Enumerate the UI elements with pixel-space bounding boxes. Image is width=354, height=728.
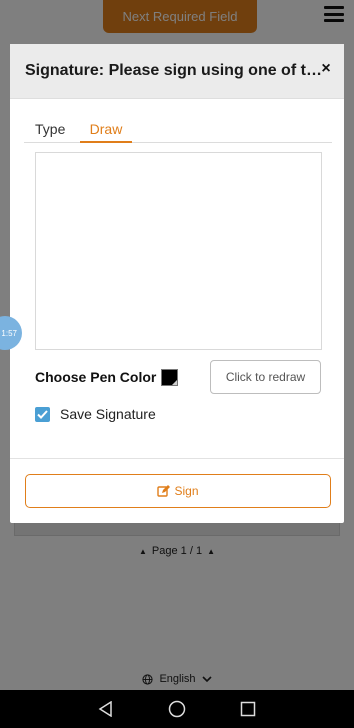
footer-divider [10,458,344,459]
pen-color-row: Choose Pen Color [35,368,179,386]
close-icon[interactable]: × [318,59,334,79]
recents-icon[interactable] [236,697,260,721]
signature-draw-pad[interactable] [35,152,322,350]
sign-button-label: Sign [174,484,199,498]
checkmark-icon [37,409,48,419]
save-signature-label: Save Signature [60,406,156,422]
timer-text: 1:57 [1,328,17,338]
back-icon[interactable] [94,697,118,721]
save-signature-checkbox[interactable] [35,406,50,422]
signature-tabs: Type Draw [24,117,332,143]
system-navigation-bar [0,690,354,728]
sign-button[interactable]: Sign [25,474,331,508]
save-signature-row[interactable]: Save Signature [35,405,156,423]
signature-modal: Signature: Please sign using one of the … [10,44,344,523]
pen-color-swatch[interactable] [161,368,179,386]
tab-draw[interactable]: Draw [80,121,132,143]
modal-title: Signature: Please sign using one of the … [25,62,323,79]
tab-type[interactable]: Type [35,121,65,143]
modal-header: Signature: Please sign using one of the … [10,44,344,99]
redraw-button[interactable]: Click to redraw [210,360,321,394]
pen-color-label: Choose Pen Color [35,369,157,385]
home-icon[interactable] [165,697,189,721]
edit-icon [157,485,171,497]
